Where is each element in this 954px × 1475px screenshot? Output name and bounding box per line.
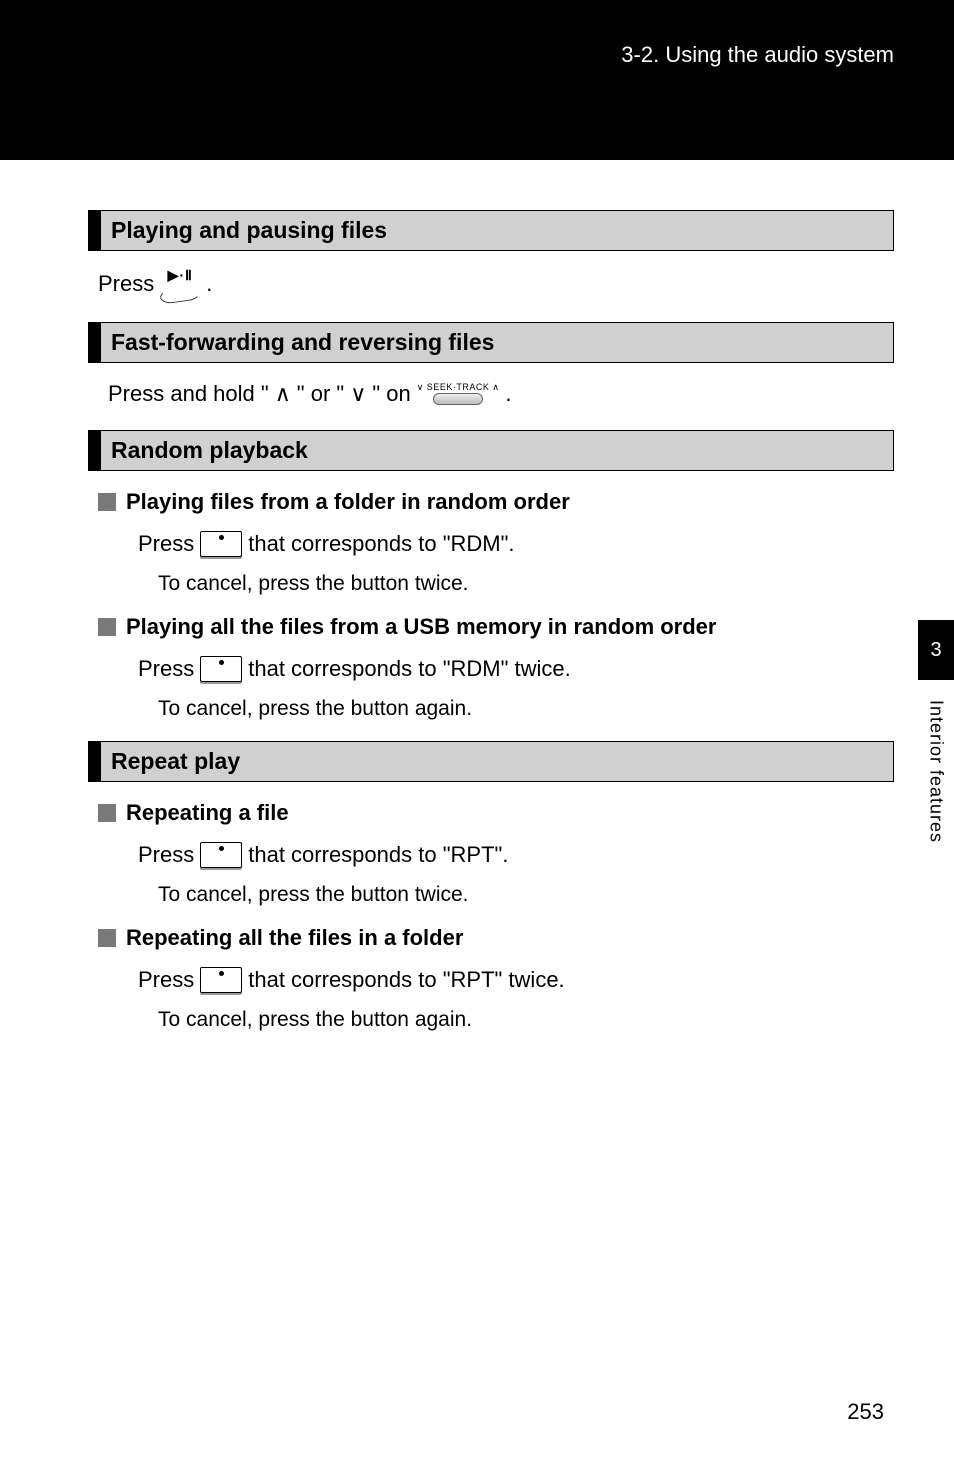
sub-heading-text: Playing files from a folder in random or… <box>126 489 570 515</box>
text-press: Press <box>98 267 154 300</box>
square-bullet-icon <box>98 493 116 511</box>
square-bullet-icon <box>98 804 116 822</box>
heading-bar <box>89 742 101 781</box>
section-heading-random: Random playback <box>88 430 894 471</box>
seek-track-icon: ∨ SEEK·TRACK ∧ <box>417 383 500 405</box>
page-number: 253 <box>847 1399 884 1425</box>
play-pause-glyph: ▶·Ⅱ <box>168 265 193 286</box>
sub-heading-text: Playing all the files from a USB memory … <box>126 614 716 640</box>
play-pause-line: Press ▶·Ⅱ . <box>98 265 894 302</box>
button-oval-icon <box>159 285 201 304</box>
heading-label: Fast-forwarding and reversing files <box>101 323 893 362</box>
sub-heading-repeat-folder: Repeating all the files in a folder <box>98 925 894 951</box>
text-press: Press <box>138 963 194 996</box>
text-fragment: " or " <box>297 377 344 410</box>
repeat-file-cancel: To cancel, press the button twice. <box>158 883 894 907</box>
softkey-dot-icon <box>219 846 224 851</box>
repeat-folder-cancel: To cancel, press the button again. <box>158 1008 894 1032</box>
text-press: Press <box>138 652 194 685</box>
caret-down-icon: ∨ <box>350 377 366 410</box>
chapter-label: Interior features <box>926 680 947 843</box>
sub-heading-text: Repeating a file <box>126 800 289 826</box>
breadcrumb: 3-2. Using the audio system <box>621 42 894 68</box>
text-period: . <box>206 267 212 300</box>
caret-up-icon: ∧ <box>275 377 291 410</box>
heading-bar <box>89 323 101 362</box>
ff-rev-line: Press and hold "∧" or "∨" on ∨ SEEK·TRAC… <box>108 377 894 410</box>
square-bullet-icon <box>98 618 116 636</box>
heading-label: Random playback <box>101 431 893 470</box>
softkey-dot-icon <box>219 971 224 976</box>
text-fragment: . <box>505 377 511 410</box>
softkey-icon <box>200 967 242 993</box>
heading-bar <box>89 431 101 470</box>
sub-heading-random-folder: Playing files from a folder in random or… <box>98 489 894 515</box>
softkey-dot-icon <box>219 535 224 540</box>
text-press: Press <box>138 838 194 871</box>
header-band: 3-2. Using the audio system <box>0 0 954 160</box>
play-pause-icon: ▶·Ⅱ <box>160 265 200 302</box>
softkey-dot-icon <box>219 660 224 665</box>
random-folder-cancel: To cancel, press the button twice. <box>158 572 894 596</box>
text-after-icon: that corresponds to "RDM" twice. <box>248 652 571 685</box>
sub-heading-repeat-file: Repeating a file <box>98 800 894 826</box>
softkey-icon <box>200 531 242 557</box>
text-fragment: Press and hold " <box>108 377 269 410</box>
text-fragment: " on <box>372 377 410 410</box>
sub-heading-text: Repeating all the files in a folder <box>126 925 463 951</box>
text-after-icon: that corresponds to "RPT" twice. <box>248 963 564 996</box>
repeat-folder-press-line: Press that corresponds to "RPT" twice. <box>138 963 894 996</box>
seek-bar-icon <box>433 393 483 405</box>
section-heading-play-pause: Playing and pausing files <box>88 210 894 251</box>
square-bullet-icon <box>98 929 116 947</box>
heading-bar <box>89 211 101 250</box>
random-usb-cancel: To cancel, press the button again. <box>158 697 894 721</box>
text-after-icon: that corresponds to "RPT". <box>248 838 508 871</box>
text-after-icon: that corresponds to "RDM". <box>248 527 514 560</box>
side-tab: 3 Interior features <box>918 620 954 843</box>
heading-label: Playing and pausing files <box>101 211 893 250</box>
softkey-icon <box>200 656 242 682</box>
text-press: Press <box>138 527 194 560</box>
random-folder-press-line: Press that corresponds to "RDM". <box>138 527 894 560</box>
content-area: Playing and pausing files Press ▶·Ⅱ . Fa… <box>0 160 954 1032</box>
repeat-file-press-line: Press that corresponds to "RPT". <box>138 838 894 871</box>
section-heading-ff-rev: Fast-forwarding and reversing files <box>88 322 894 363</box>
heading-label: Repeat play <box>101 742 893 781</box>
seek-track-label: ∨ SEEK·TRACK ∧ <box>417 383 500 392</box>
chapter-number: 3 <box>918 620 954 680</box>
sub-heading-random-usb: Playing all the files from a USB memory … <box>98 614 894 640</box>
section-heading-repeat: Repeat play <box>88 741 894 782</box>
random-usb-press-line: Press that corresponds to "RDM" twice. <box>138 652 894 685</box>
softkey-icon <box>200 842 242 868</box>
